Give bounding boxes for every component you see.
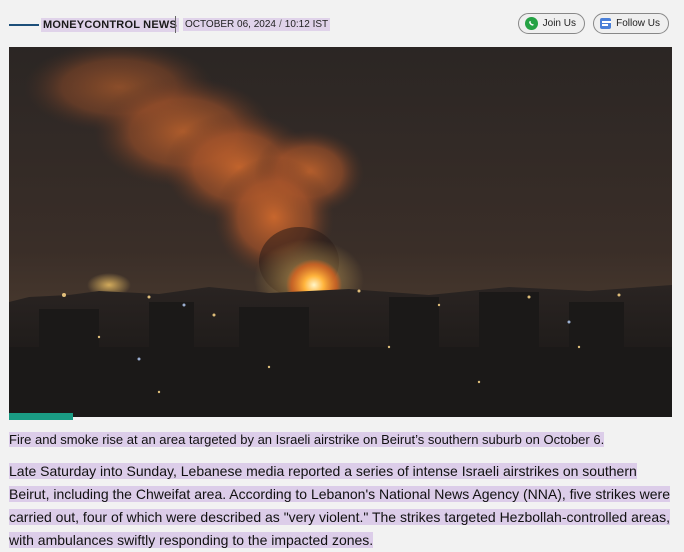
follow-us-label: Follow Us: [616, 18, 660, 29]
google-news-icon: [600, 18, 612, 29]
publish-time: 10:12 IST: [284, 19, 329, 30]
join-us-label: Join Us: [542, 18, 576, 29]
photo-caption: Fire and smoke rise at an area targeted …: [9, 431, 674, 448]
whatsapp-icon: [525, 17, 538, 30]
photo-caption-text: Fire and smoke rise at an area targeted …: [9, 432, 605, 447]
source-label[interactable]: MONEYCONTROL NEWS: [41, 18, 179, 32]
photo-accent-bar: [9, 413, 73, 420]
header-divider: [175, 16, 176, 33]
dateline: OCTOBER 06, 2024/10:12 IST: [183, 18, 331, 31]
article-body-text: Late Saturday into Sunday, Lebanese medi…: [9, 463, 671, 548]
article-page: MONEYCONTROL NEWS OCTOBER 06, 2024/10:12…: [0, 0, 684, 550]
follow-us-button[interactable]: Follow Us: [593, 13, 669, 34]
article-header: MONEYCONTROL NEWS OCTOBER 06, 2024/10:12…: [0, 0, 684, 46]
date-separator: /: [278, 19, 282, 30]
airstrike-photo-illustration: [9, 47, 672, 417]
article-photo: [9, 47, 672, 417]
join-us-button[interactable]: Join Us: [518, 13, 585, 34]
header-rule: [9, 24, 39, 26]
publish-date: OCTOBER 06, 2024: [185, 19, 276, 30]
article-body: Late Saturday into Sunday, Lebanese medi…: [9, 460, 677, 552]
